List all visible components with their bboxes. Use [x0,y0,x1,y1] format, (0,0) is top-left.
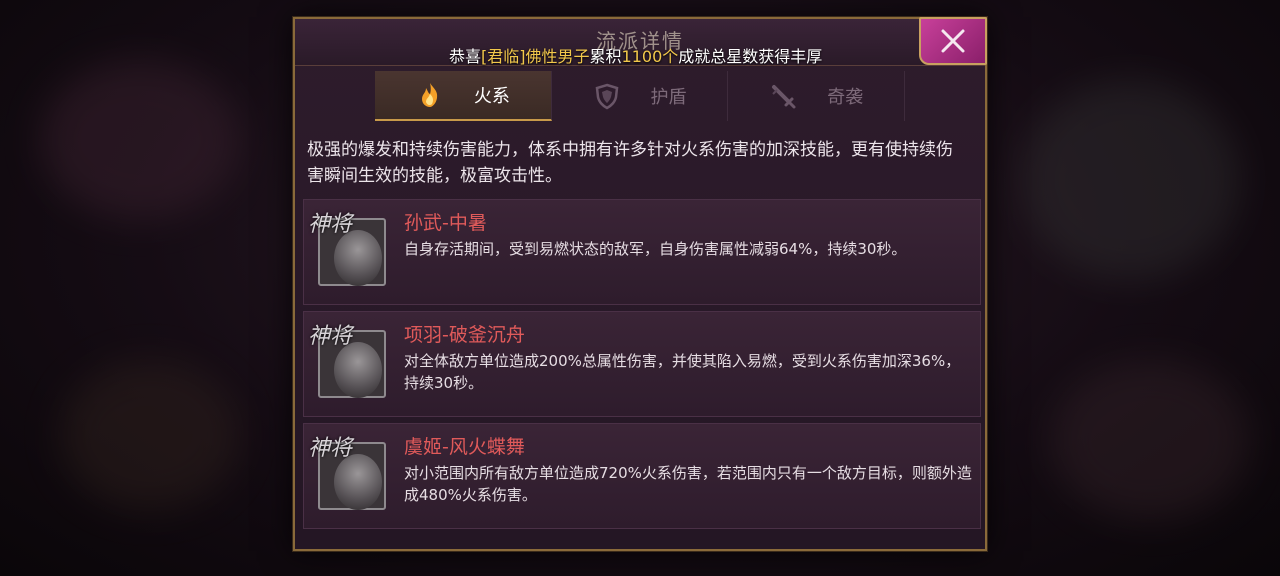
tab-label: 火系 [473,86,510,107]
school-detail-panel: 流派详情 恭喜[君临]佛性男子累积1100个成就总星数获得丰厚 火系 护盾 奇袭… [293,17,987,551]
marquee-count: 1100个 [621,47,679,66]
background-blur [1050,360,1250,520]
close-x-icon [941,29,965,53]
skill-card[interactable]: 神将 项羽-破釜沉舟 对全体敌方单位造成200%总属性伤害，并使其陷入易燃，受到… [303,311,981,417]
skill-card[interactable]: 神将 孙武-中暑 自身存活期间，受到易燃状态的敌军，自身伤害属性减弱64%，持续… [303,199,981,305]
skill-name: 孙武-中暑 [404,212,487,234]
tab-label: 护盾 [650,87,687,108]
marquee-text: 成就总星数获得丰厚 [678,47,823,66]
general-portrait[interactable]: 神将 [308,324,390,402]
tab-bar: 火系 护盾 奇袭 [375,71,906,121]
tab-shield[interactable]: 护盾 [552,71,729,121]
skill-list: 神将 孙武-中暑 自身存活期间，受到易燃状态的敌军，自身伤害属性减弱64%，持续… [303,199,981,535]
marquee-player-name: [君临]佛性男子 [481,47,590,66]
divine-general-seal: 神将 [308,436,353,461]
close-button[interactable] [919,17,987,65]
shield-icon [593,82,621,110]
general-avatar [334,342,382,398]
divine-general-seal: 神将 [308,212,353,237]
dagger-icon [769,82,797,110]
flame-icon [416,81,444,109]
general-avatar [334,454,382,510]
skill-name: 虞姬-风火蝶舞 [404,436,525,458]
title-bar: 流派详情 恭喜[君临]佛性男子累积1100个成就总星数获得丰厚 [295,19,985,66]
skill-description: 对小范围内所有敌方单位造成720%火系伤害，若范围内只有一个敌方目标，则额外造成… [404,464,972,504]
background-blur [60,360,240,510]
divine-general-seal: 神将 [308,324,353,349]
school-description: 极强的爆发和持续伤害能力，体系中拥有许多针对火系伤害的加深技能，更有使持续伤害瞬… [307,140,953,186]
general-portrait[interactable]: 神将 [308,212,390,290]
skill-description: 自身存活期间，受到易燃状态的敌军，自身伤害属性减弱64%，持续30秒。 [404,240,907,258]
general-portrait[interactable]: 神将 [308,436,390,514]
background-blur [40,60,240,220]
tab-label: 奇袭 [827,87,864,108]
tab-raid[interactable]: 奇袭 [728,71,906,121]
skill-card[interactable]: 神将 虞姬-风火蝶舞 对小范围内所有敌方单位造成720%火系伤害，若范围内只有一… [303,423,981,529]
background-blur [1020,80,1240,280]
announcement-marquee: 恭喜[君临]佛性男子累积1100个成就总星数获得丰厚 [449,43,879,67]
tab-fire[interactable]: 火系 [375,71,552,121]
marquee-text: 恭喜 [449,47,482,66]
skill-description: 对全体敌方单位造成200%总属性伤害，并使其陷入易燃，受到火系伤害加深36%，持… [404,352,961,392]
general-avatar [334,230,382,286]
skill-name: 项羽-破釜沉舟 [404,324,525,346]
marquee-text: 累积 [589,47,622,66]
